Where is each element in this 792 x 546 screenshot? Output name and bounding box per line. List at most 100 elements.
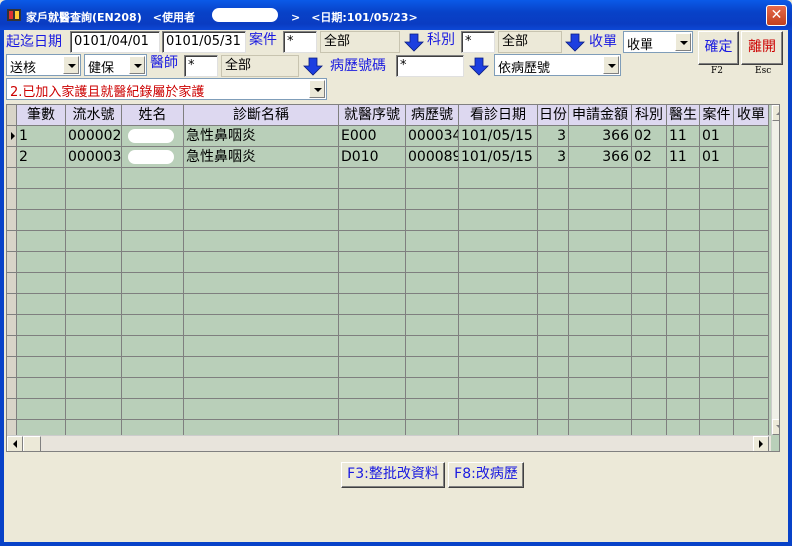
- empty-cell[interactable]: [339, 357, 406, 378]
- table-cell[interactable]: D010: [339, 147, 406, 168]
- table-cell[interactable]: 3: [538, 147, 569, 168]
- table-cell[interactable]: 3: [538, 126, 569, 147]
- empty-cell[interactable]: [667, 357, 700, 378]
- table-cell[interactable]: 02: [632, 126, 667, 147]
- empty-cell[interactable]: [406, 231, 459, 252]
- empty-cell[interactable]: [339, 399, 406, 420]
- empty-cell[interactable]: [17, 294, 66, 315]
- receipt-select[interactable]: 收單: [623, 31, 693, 53]
- empty-cell[interactable]: [569, 378, 632, 399]
- row-selector[interactable]: [7, 210, 17, 231]
- empty-cell[interactable]: [734, 210, 769, 231]
- empty-cell[interactable]: [122, 336, 184, 357]
- empty-cell[interactable]: [459, 273, 538, 294]
- empty-cell[interactable]: [339, 315, 406, 336]
- row-selector[interactable]: [7, 315, 17, 336]
- empty-cell[interactable]: [406, 378, 459, 399]
- empty-cell[interactable]: [734, 273, 769, 294]
- table-cell[interactable]: [122, 126, 184, 147]
- empty-cell[interactable]: [122, 168, 184, 189]
- table-cell[interactable]: 11: [667, 147, 700, 168]
- empty-cell[interactable]: [17, 315, 66, 336]
- empty-cell[interactable]: [700, 252, 734, 273]
- empty-cell[interactable]: [339, 294, 406, 315]
- empty-cell[interactable]: [538, 399, 569, 420]
- empty-cell[interactable]: [632, 294, 667, 315]
- empty-cell[interactable]: [538, 378, 569, 399]
- empty-cell[interactable]: [569, 294, 632, 315]
- empty-cell[interactable]: [406, 252, 459, 273]
- batch-edit-button[interactable]: F3:整批改資料: [341, 462, 445, 488]
- empty-cell[interactable]: [734, 231, 769, 252]
- empty-cell[interactable]: [667, 294, 700, 315]
- results-grid[interactable]: 筆數 流水號 姓名 診斷名稱 就醫序號 病歷號 看診日期 日份 申請金額 科別 醫生 案件 收單 1 000…: [6, 104, 780, 452]
- empty-cell[interactable]: [667, 168, 700, 189]
- empty-cell[interactable]: [122, 294, 184, 315]
- empty-cell[interactable]: [700, 273, 734, 294]
- empty-cell[interactable]: [667, 210, 700, 231]
- empty-cell[interactable]: [632, 252, 667, 273]
- empty-cell[interactable]: [538, 315, 569, 336]
- empty-cell[interactable]: [700, 294, 734, 315]
- empty-cell[interactable]: [66, 315, 122, 336]
- row-selector[interactable]: [7, 336, 17, 357]
- table-cell[interactable]: 急性鼻咽炎: [184, 147, 339, 168]
- table-cell[interactable]: 000002: [66, 126, 122, 147]
- empty-cell[interactable]: [17, 231, 66, 252]
- empty-cell[interactable]: [17, 210, 66, 231]
- dept-lookup-arrow-icon[interactable]: [564, 31, 586, 53]
- empty-cell[interactable]: [569, 252, 632, 273]
- empty-cell[interactable]: [122, 210, 184, 231]
- empty-cell[interactable]: [538, 357, 569, 378]
- table-cell[interactable]: 101/05/15: [459, 147, 538, 168]
- empty-cell[interactable]: [66, 231, 122, 252]
- empty-cell[interactable]: [569, 336, 632, 357]
- empty-cell[interactable]: [632, 357, 667, 378]
- chevron-down-icon[interactable]: [129, 56, 145, 74]
- table-cell[interactable]: 11: [667, 126, 700, 147]
- date-from-input[interactable]: 0101/04/01: [70, 31, 160, 53]
- leave-button[interactable]: 離開: [741, 31, 783, 65]
- column-header[interactable]: 收單: [734, 105, 769, 126]
- empty-cell[interactable]: [632, 168, 667, 189]
- empty-cell[interactable]: [122, 231, 184, 252]
- empty-cell[interactable]: [538, 189, 569, 210]
- doctor-lookup-arrow-icon[interactable]: [302, 55, 324, 77]
- table-cell[interactable]: 000003: [66, 147, 122, 168]
- empty-cell[interactable]: [667, 231, 700, 252]
- row-selector[interactable]: [7, 294, 17, 315]
- row-selector[interactable]: [7, 399, 17, 420]
- case-lookup-arrow-icon[interactable]: [403, 31, 425, 53]
- empty-cell[interactable]: [184, 168, 339, 189]
- table-cell[interactable]: 000034: [406, 126, 459, 147]
- empty-cell[interactable]: [538, 273, 569, 294]
- empty-cell[interactable]: [667, 273, 700, 294]
- empty-cell[interactable]: [66, 378, 122, 399]
- empty-cell[interactable]: [406, 273, 459, 294]
- edit-record-button[interactable]: F8:改病歷: [448, 462, 524, 488]
- empty-cell[interactable]: [734, 189, 769, 210]
- table-cell[interactable]: 1: [17, 126, 66, 147]
- empty-cell[interactable]: [667, 189, 700, 210]
- empty-cell[interactable]: [632, 210, 667, 231]
- table-cell[interactable]: [122, 147, 184, 168]
- empty-cell[interactable]: [459, 336, 538, 357]
- empty-cell[interactable]: [459, 168, 538, 189]
- empty-cell[interactable]: [122, 357, 184, 378]
- empty-cell[interactable]: [569, 399, 632, 420]
- table-cell[interactable]: 366: [569, 126, 632, 147]
- empty-cell[interactable]: [700, 315, 734, 336]
- empty-cell[interactable]: [66, 336, 122, 357]
- empty-cell[interactable]: [339, 273, 406, 294]
- empty-cell[interactable]: [339, 231, 406, 252]
- empty-cell[interactable]: [459, 378, 538, 399]
- empty-cell[interactable]: [17, 189, 66, 210]
- empty-cell[interactable]: [406, 357, 459, 378]
- empty-cell[interactable]: [459, 294, 538, 315]
- empty-cell[interactable]: [734, 294, 769, 315]
- empty-cell[interactable]: [734, 378, 769, 399]
- empty-cell[interactable]: [632, 273, 667, 294]
- empty-cell[interactable]: [667, 336, 700, 357]
- column-header[interactable]: 就醫序號: [339, 105, 406, 126]
- empty-cell[interactable]: [459, 231, 538, 252]
